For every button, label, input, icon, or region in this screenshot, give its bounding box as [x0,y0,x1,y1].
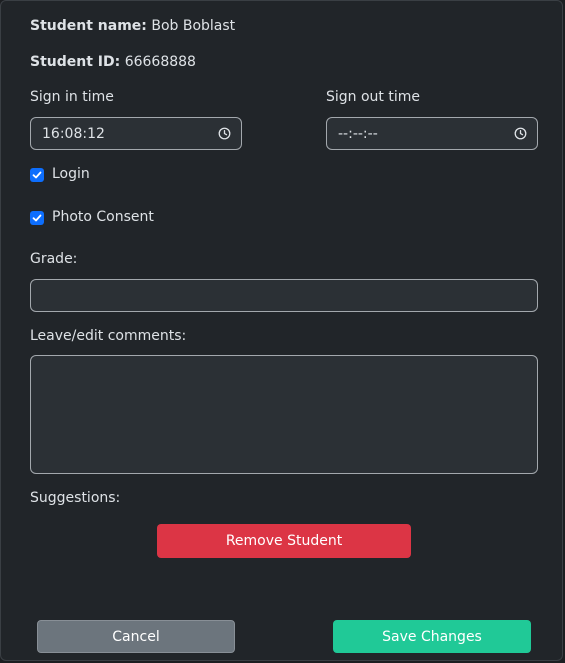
sign-in-time-input[interactable]: 16:08:12 [30,117,242,150]
clock-icon[interactable] [514,127,527,140]
cancel-button[interactable]: Cancel [37,620,235,653]
student-name-label: Student name: [30,18,147,34]
student-id-row: Student ID: 66668888 [30,54,196,70]
sign-out-label: Sign out time [326,89,420,105]
suggestions-label: Suggestions: [30,490,121,506]
sign-out-time-value: --:--:-- [338,125,378,142]
comments-label: Leave/edit comments: [30,328,187,344]
save-changes-button[interactable]: Save Changes [333,620,531,653]
sign-out-time-input[interactable]: --:--:-- [326,117,538,150]
edit-student-modal: Student name: Bob Boblast Student ID: 66… [0,0,563,661]
photo-consent-label[interactable]: Photo Consent [52,209,154,225]
grade-input[interactable] [30,279,538,312]
checkmark-icon [32,171,42,179]
sign-in-label: Sign in time [30,89,114,105]
photo-consent-checkbox[interactable] [30,211,44,225]
student-name-value: Bob Boblast [151,18,236,34]
student-id-value: 66668888 [124,54,196,70]
comments-textarea[interactable] [30,355,538,474]
student-name-row: Student name: Bob Boblast [30,18,235,34]
clock-icon[interactable] [218,127,231,140]
student-id-label: Student ID: [30,54,121,70]
login-label[interactable]: Login [52,166,90,182]
login-checkbox[interactable] [30,168,44,182]
checkmark-icon [32,214,42,222]
grade-label: Grade: [30,251,78,267]
sign-in-time-value: 16:08:12 [42,125,105,142]
remove-student-button[interactable]: Remove Student [157,524,411,558]
